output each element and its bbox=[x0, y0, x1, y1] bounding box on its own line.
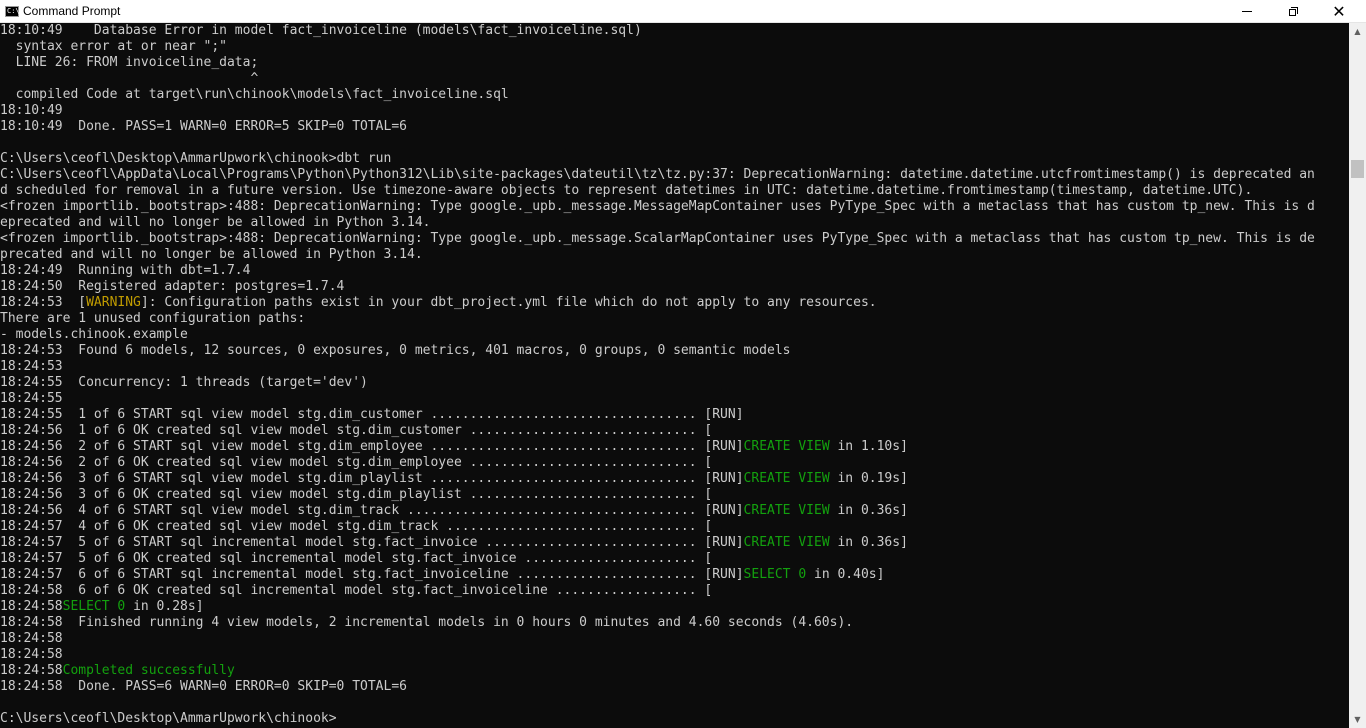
model-ok-line: 18:24:57 5 of 6 START sql incremental mo… bbox=[0, 535, 1349, 551]
console-line: <frozen importlib._bootstrap>:488: Depre… bbox=[0, 199, 1315, 214]
cmd-icon[interactable]: C:\ bbox=[5, 5, 20, 17]
console-output[interactable]: 18:10:49 Database Error in model fact_in… bbox=[0, 23, 1349, 728]
model-start-line: 18:24:56 2 of 6 OK created sql view mode… bbox=[0, 455, 713, 470]
timing-text: in 0.40s] bbox=[806, 567, 885, 582]
console-line: 18:24:55 Concurrency: 1 threads (target=… bbox=[0, 375, 368, 390]
console-line: 18:24:49 Running with dbt=1.7.4 bbox=[0, 263, 251, 278]
scroll-down-icon[interactable]: ▼ bbox=[1349, 711, 1366, 728]
minimize-button[interactable] bbox=[1224, 0, 1270, 23]
timing-text: in 0.36s] bbox=[829, 503, 908, 518]
console-line: eprecated and will no longer be allowed … bbox=[0, 215, 431, 230]
console-line: 18:24:55 bbox=[0, 391, 63, 406]
console-line: 18:10:49 Database Error in model fact_in… bbox=[0, 23, 642, 38]
warning-line: 18:24:53 [WARNING]: Configuration paths … bbox=[0, 295, 1349, 311]
timing-text: in 0.36s] bbox=[829, 535, 908, 550]
console-line: C:\Users\ceofl\AppData\Local\Programs\Py… bbox=[0, 167, 1315, 182]
model-ok-line: 18:24:56 4 of 6 START sql view model stg… bbox=[0, 503, 1349, 519]
warning-label: WARNING bbox=[86, 295, 141, 310]
console-line: 18:10:49 Done. PASS=1 WARN=0 ERROR=5 SKI… bbox=[0, 119, 407, 134]
vertical-scrollbar[interactable]: ▲ ▼ bbox=[1349, 23, 1366, 728]
scrollbar-thumb[interactable] bbox=[1351, 160, 1364, 178]
console-line: 18:24:58 Finished running 4 view models,… bbox=[0, 615, 854, 630]
close-icon: ✕ bbox=[1332, 1, 1346, 21]
console-line: compiled Code at target\run\chinook\mode… bbox=[0, 87, 509, 102]
cmd-icon-text: C:\ bbox=[7, 6, 20, 15]
console-line: There are 1 unused configuration paths: bbox=[0, 311, 306, 326]
console-line: 18:24:55 1 of 6 START sql view model stg… bbox=[0, 407, 744, 422]
status-label: CREATE VIEW bbox=[743, 503, 830, 518]
restore-icon bbox=[1288, 7, 1298, 16]
status-label: CREATE VIEW bbox=[743, 471, 830, 486]
console-line: precated and will no longer be allowed i… bbox=[0, 247, 423, 262]
console-line: 18:24:58 Done. PASS=6 WARN=0 ERROR=0 SKI… bbox=[0, 679, 407, 694]
console-line: 18:10:49 bbox=[0, 103, 63, 118]
line-text: 18:24:57 5 of 6 START sql incremental mo… bbox=[0, 535, 744, 550]
status-label: SELECT 0 bbox=[62, 599, 126, 614]
status-label: CREATE VIEW bbox=[743, 439, 830, 454]
console-line: d scheduled for removal in a future vers… bbox=[0, 183, 1253, 198]
console-line: syntax error at or near ";" bbox=[0, 39, 227, 54]
line-text: 18:24:58 bbox=[0, 599, 63, 614]
model-ok-line: 18:24:57 6 of 6 START sql incremental mo… bbox=[0, 567, 1349, 583]
line-text: 18:24:57 6 of 6 START sql incremental mo… bbox=[0, 567, 744, 582]
timing-text: in 0.19s] bbox=[829, 471, 908, 486]
minimize-icon bbox=[1242, 11, 1252, 12]
timing-text: in 1.10s] bbox=[829, 439, 908, 454]
console-line: 18:24:53 Found 6 models, 12 sources, 0 e… bbox=[0, 343, 791, 358]
model-ok-line: 18:24:56 3 of 6 START sql view model stg… bbox=[0, 471, 1349, 487]
timing-text: in 0.28s] bbox=[125, 599, 204, 614]
completed-line: 18:24:58Completed successfully bbox=[0, 663, 1349, 679]
model-start-line: 18:24:56 3 of 6 OK created sql view mode… bbox=[0, 487, 713, 502]
console-line: 18:24:50 Registered adapter: postgres=1.… bbox=[0, 279, 345, 294]
window-title: Command Prompt bbox=[23, 4, 121, 18]
close-button[interactable]: ✕ bbox=[1316, 0, 1362, 23]
console-line: <frozen importlib._bootstrap>:488: Depre… bbox=[0, 231, 1315, 246]
console-line: LINE 26: FROM invoiceline_data; bbox=[0, 55, 259, 70]
model-ok-line: 18:24:58SELECT 0 in 0.28s] bbox=[0, 599, 1349, 615]
warning-text: ]: Configuration paths exist in your dbt… bbox=[140, 295, 877, 310]
line-text: 18:24:56 4 of 6 START sql view model stg… bbox=[0, 503, 744, 518]
console-line: C:\Users\ceofl\Desktop\AmmarUpwork\chino… bbox=[0, 151, 392, 166]
line-text: 18:24:58 bbox=[0, 663, 63, 678]
line-text: 18:24:53 [ bbox=[0, 295, 87, 310]
title-bar[interactable]: C:\ Command Prompt ✕ bbox=[0, 0, 1366, 23]
console-line: 18:24:53 bbox=[0, 359, 63, 374]
model-start-line: 18:24:57 4 of 6 OK created sql view mode… bbox=[0, 519, 713, 534]
console-line: - models.chinook.example bbox=[0, 327, 188, 342]
status-label: CREATE VIEW bbox=[743, 535, 830, 550]
line-text: 18:24:56 2 of 6 START sql view model stg… bbox=[0, 439, 744, 454]
console-line: 18:24:58 bbox=[0, 631, 63, 646]
status-label: SELECT 0 bbox=[743, 567, 807, 582]
model-ok-line: 18:24:56 2 of 6 START sql view model stg… bbox=[0, 439, 1349, 455]
model-start-line: 18:24:56 1 of 6 OK created sql view mode… bbox=[0, 423, 713, 438]
line-text: 18:24:56 3 of 6 START sql view model stg… bbox=[0, 471, 744, 486]
console-line: 18:24:58 bbox=[0, 647, 79, 662]
completed-text: Completed successfully bbox=[62, 663, 235, 678]
model-start-line: 18:24:57 5 of 6 OK created sql increment… bbox=[0, 551, 713, 566]
console-line: C:\Users\ceofl\Desktop\AmmarUpwork\chino… bbox=[0, 711, 337, 726]
scroll-up-icon[interactable]: ▲ bbox=[1349, 23, 1366, 40]
console-line: ^ bbox=[0, 71, 259, 86]
maximize-button[interactable] bbox=[1270, 0, 1316, 23]
model-start-line: 18:24:58 6 of 6 OK created sql increment… bbox=[0, 583, 713, 598]
